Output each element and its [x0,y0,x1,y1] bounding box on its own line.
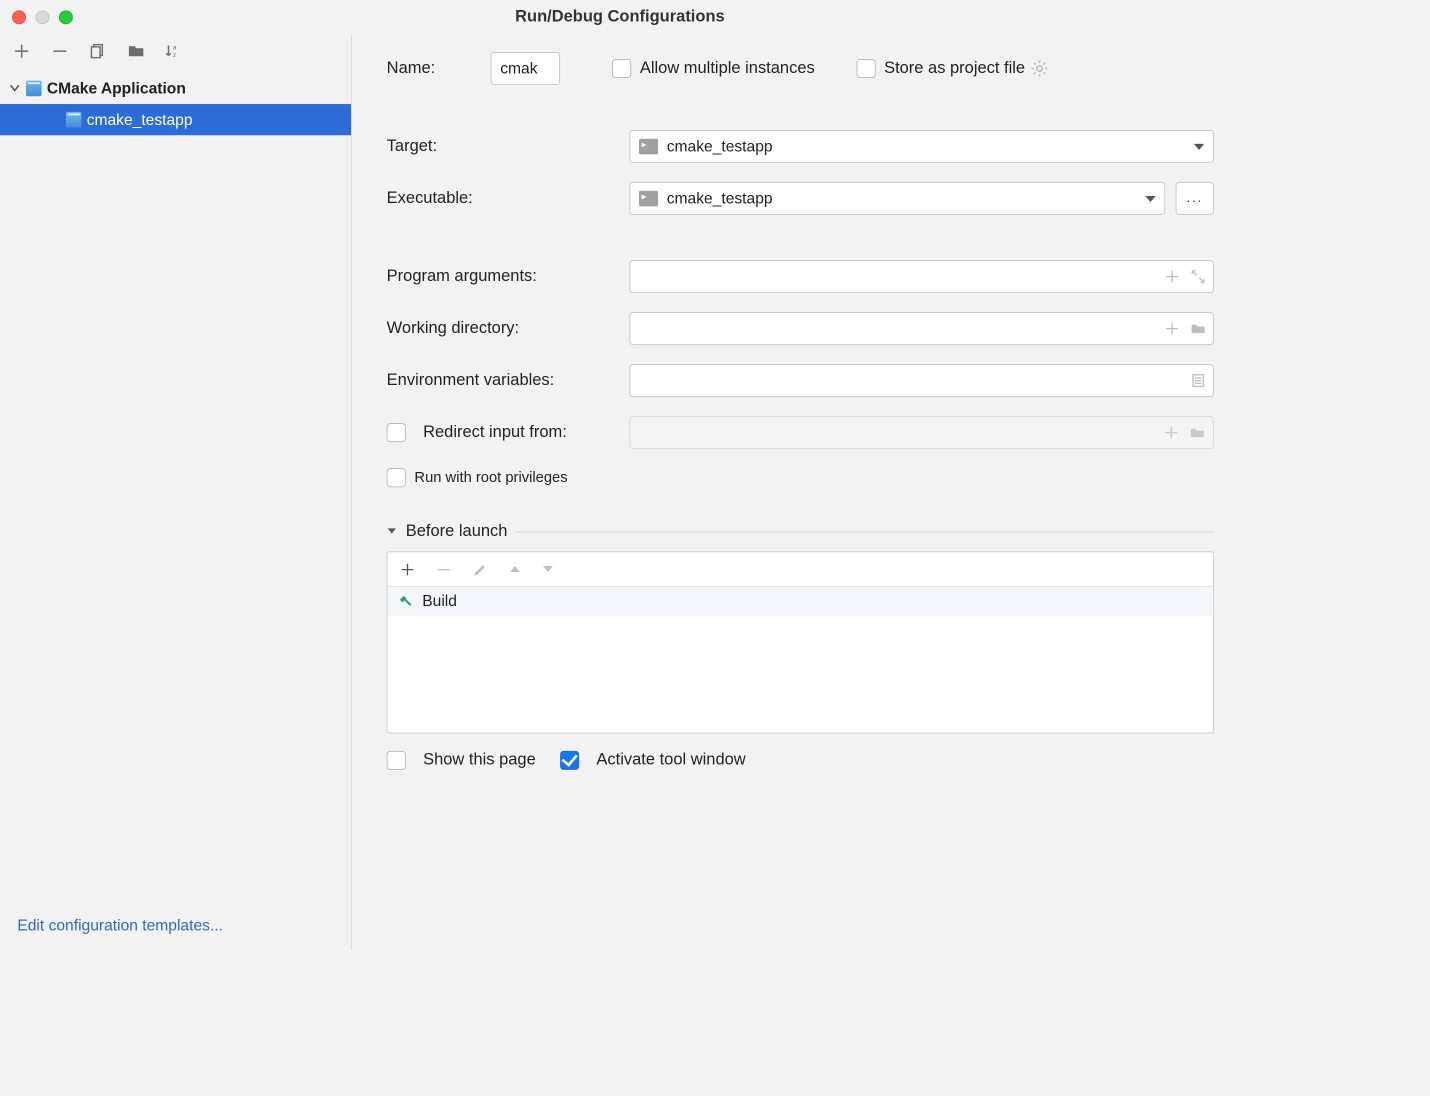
minimize-window-button[interactable] [36,10,50,24]
executable-value: cmake_testapp [667,189,1137,207]
name-input[interactable] [491,52,560,85]
store-as-project-checkbox[interactable] [856,59,875,78]
redirect-input-label: Redirect input from: [423,423,567,442]
add-config-button[interactable] [12,42,31,61]
env-vars-label: Environment variables: [387,371,630,390]
config-item-label: cmake_testapp [87,111,193,129]
svg-text:z: z [173,52,176,59]
working-dir-label: Working directory: [387,319,630,338]
remove-config-button[interactable] [50,42,69,61]
bl-remove-button[interactable] [436,561,452,577]
allow-multiple-label: Allow multiple instances [640,59,815,78]
browse-folder-button[interactable] [1190,321,1207,337]
run-root-label: Run with root privileges [414,469,567,486]
chevron-down-icon [387,526,397,536]
save-to-folder-button[interactable] [127,42,146,61]
expand-chevron-icon [9,82,21,94]
env-vars-edit-button[interactable] [1190,373,1207,389]
program-args-input[interactable] [629,260,1213,293]
copy-config-button[interactable] [88,42,107,61]
expand-field-button[interactable] [1190,269,1207,285]
insert-macro-button[interactable] [1164,269,1181,285]
edit-templates-link[interactable]: Edit configuration templates... [0,906,351,950]
allow-multiple-checkbox[interactable] [612,59,631,78]
activate-tool-window-label: Activate tool window [596,751,745,770]
config-editor: Name: Allow multiple instances Store as … [352,35,1240,951]
config-item-cmake-testapp[interactable]: cmake_testapp [0,104,351,135]
name-label: Name: [387,59,491,78]
sort-az-button[interactable]: az [165,42,184,61]
chevron-down-icon [1194,143,1204,149]
redirect-input-field [629,416,1213,449]
show-this-page-checkbox[interactable] [387,751,406,770]
before-launch-item-build[interactable]: Build [388,587,1213,616]
target-value: cmake_testapp [667,137,1185,155]
executable-label: Executable: [387,189,630,208]
bl-move-up-button[interactable] [509,563,521,575]
insert-macro-button[interactable] [1164,321,1181,337]
show-this-page-label: Show this page [423,751,536,770]
run-root-checkbox[interactable] [387,468,406,487]
window-title: Run/Debug Configurations [0,8,1240,27]
chevron-down-icon [1145,196,1155,202]
working-dir-input[interactable] [629,312,1213,345]
hammer-icon [398,593,414,609]
bl-add-button[interactable] [400,561,416,577]
target-label: Target: [387,137,630,156]
cmake-icon [26,81,42,97]
target-dropdown[interactable]: cmake_testapp [629,130,1213,163]
before-launch-toolbar [388,552,1213,587]
executable-dropdown[interactable]: cmake_testapp [629,182,1165,215]
executable-browse-button[interactable]: ... [1176,182,1214,215]
config-tree: CMake Application cmake_testapp [0,69,351,906]
svg-text:a: a [173,45,177,52]
program-args-label: Program arguments: [387,267,630,286]
before-launch-item-label: Build [422,592,457,610]
before-launch-list: Build [387,551,1214,733]
env-vars-input[interactable] [629,364,1213,397]
executable-icon [639,191,658,207]
redirect-input-checkbox[interactable] [387,423,406,442]
titlebar: Run/Debug Configurations [0,0,1240,35]
config-group-cmake-application[interactable]: CMake Application [0,73,351,104]
cmake-icon [66,112,82,128]
close-window-button[interactable] [12,10,26,24]
store-options-gear-icon[interactable] [1030,59,1049,78]
target-icon [639,139,658,155]
sidebar-toolbar: az [0,35,351,70]
config-group-label: CMake Application [47,79,186,97]
before-launch-header[interactable]: Before launch [387,522,1214,541]
window-controls [0,10,73,24]
activate-tool-window-checkbox[interactable] [560,751,579,770]
browse-folder-button [1189,425,1206,441]
bl-edit-button[interactable] [473,561,489,577]
insert-macro-button [1163,425,1180,441]
store-as-project-label: Store as project file [884,59,1025,78]
before-launch-title: Before launch [406,522,508,541]
bl-move-down-button[interactable] [542,563,554,575]
configurations-sidebar: az CMake Application cmake_testapp Edit … [0,35,352,951]
zoom-window-button[interactable] [59,10,73,24]
